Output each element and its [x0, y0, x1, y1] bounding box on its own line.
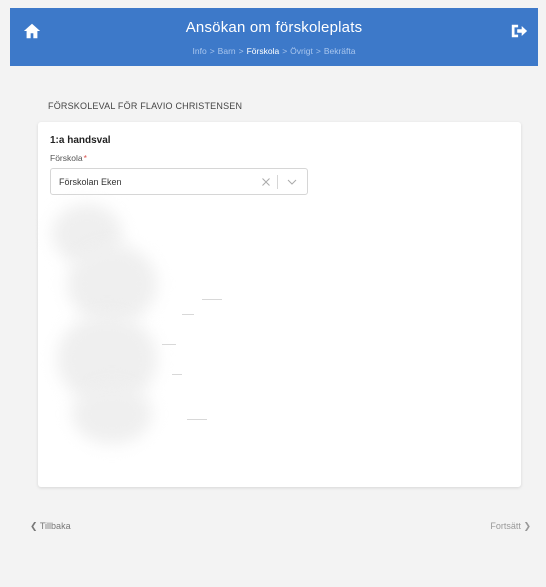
breadcrumb-separator: > [238, 46, 244, 56]
breadcrumb-separator: > [209, 46, 215, 56]
choice-heading: 1:a handsval [50, 135, 111, 146]
chevron-left-icon: ❮ [30, 521, 38, 531]
chevron-right-icon: ❯ [523, 521, 531, 531]
step-forskola[interactable]: Förskola [247, 46, 280, 56]
continue-button[interactable]: Fortsätt ❯ [490, 521, 531, 532]
chevron-down-icon[interactable] [287, 178, 297, 186]
page-title: Ansökan om förskoleplats [185, 19, 363, 36]
back-label: Tillbaka [39, 521, 71, 531]
required-mark: * [83, 153, 87, 163]
section-title: FÖRSKOLEVAL FÖR FLAVIO CHRISTENSEN [48, 101, 243, 111]
step-bekrafta[interactable]: Bekräfta [324, 46, 356, 56]
step-breadcrumb: Info > Barn > Förskola > Övrigt > Bekräfta [10, 46, 538, 56]
step-barn[interactable]: Barn [218, 46, 236, 56]
select-divider [277, 175, 278, 189]
field-label: Förskola* [50, 153, 87, 163]
continue-label: Fortsätt [490, 521, 521, 531]
app-header: Ansökan om förskoleplats Info > Barn > Försk… [10, 8, 538, 66]
blurred-content [52, 204, 222, 444]
step-ovrigt[interactable]: Övrigt [290, 46, 313, 56]
logout-icon[interactable] [510, 22, 528, 40]
select-value: Förskolan Eken [59, 177, 122, 187]
preschool-choice-card: 1:a handsval Förskola* Förskolan Eken [38, 122, 521, 487]
preschool-select[interactable]: Förskolan Eken [50, 168, 308, 195]
field-label-text: Förskola [50, 153, 83, 163]
breadcrumb-separator: > [282, 46, 288, 56]
step-info[interactable]: Info [193, 46, 207, 56]
back-button[interactable]: ❮ Tillbaka [30, 521, 71, 532]
breadcrumb-separator: > [315, 46, 321, 56]
clear-icon[interactable] [261, 177, 271, 187]
